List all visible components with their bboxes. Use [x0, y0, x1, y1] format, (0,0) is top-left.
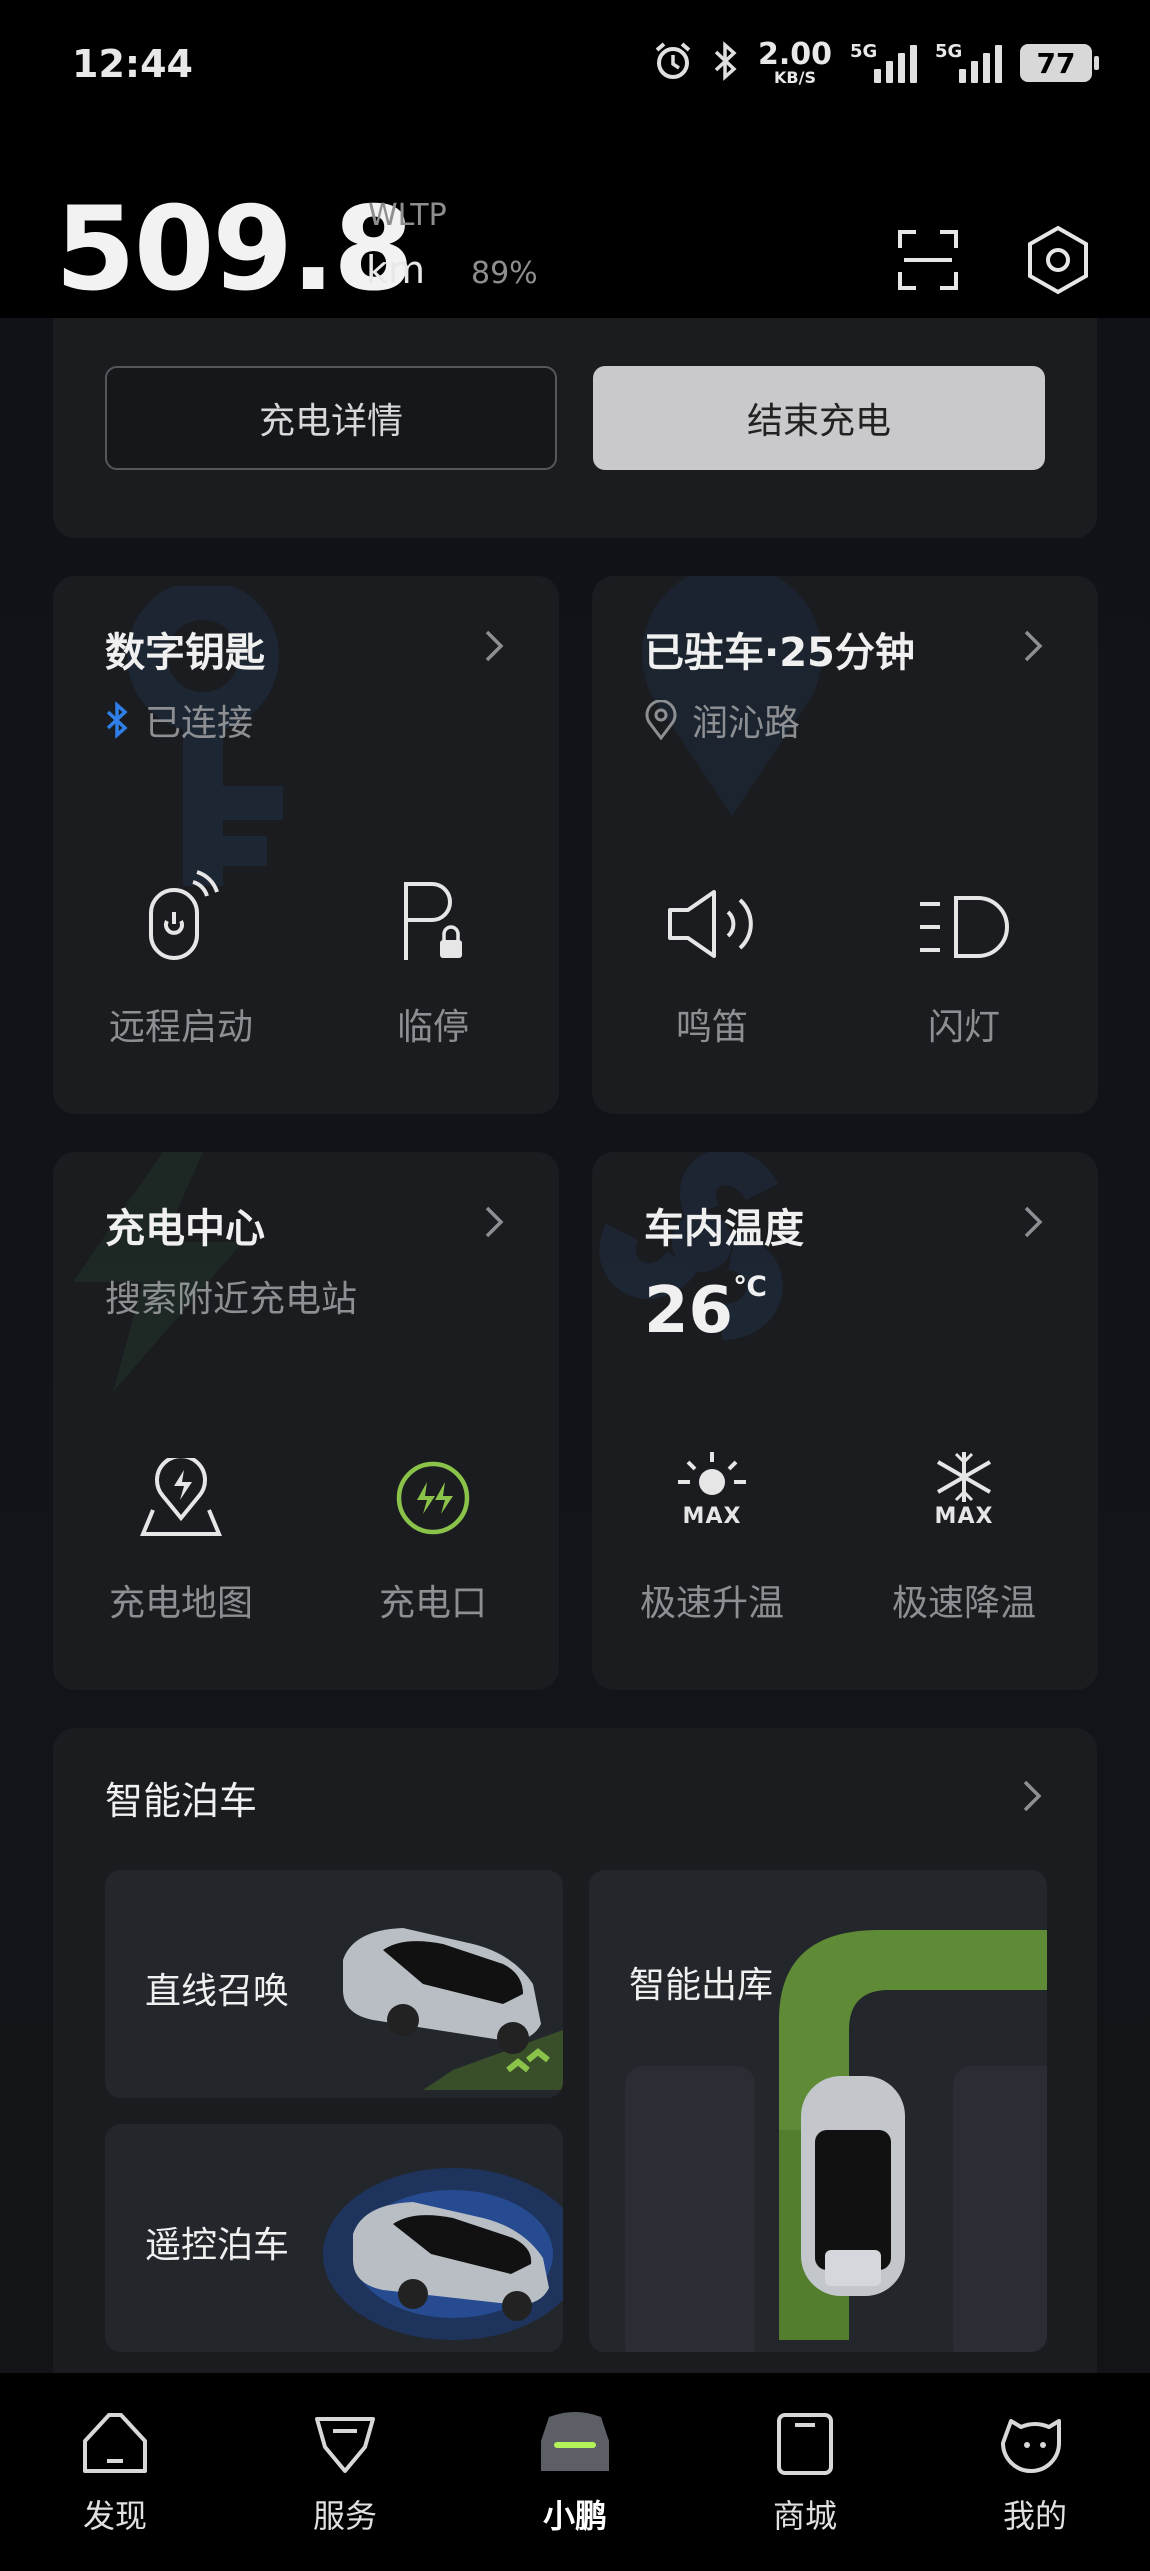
digital-key-card[interactable]: 数字钥匙 已连接 远程启动 临停 [53, 576, 559, 1114]
clock: 12:44 [72, 42, 193, 86]
bluetooth-icon [106, 701, 128, 739]
cabin-temperature-card[interactable]: 车内温度 26℃ MAX 极速升温 MAX 极速降温 [592, 1152, 1098, 1690]
parking-location: 润沁路 [644, 694, 800, 746]
main-content: 充电详情 结束充电 数字钥匙 已连接 远程启动 临停 已驻车·25分钟 润沁路 … [0, 318, 1150, 2373]
max-badge: MAX [934, 1503, 994, 1529]
chevron-right-icon[interactable] [1012, 1202, 1052, 1242]
chevron-right-icon[interactable] [1012, 626, 1052, 666]
discover-icon [83, 2413, 147, 2473]
card-title: 充电中心 [105, 1206, 265, 1252]
charging-card: 充电详情 结束充电 [53, 318, 1097, 538]
service-icon [315, 2417, 375, 2473]
nav-discover[interactable]: 发现 [0, 2373, 230, 2571]
card-title: 已驻车·25分钟 [644, 630, 915, 676]
smart-parking-card: 智能泊车 直线召唤 遥控泊车 智能出库 [53, 1728, 1097, 2373]
signal-icon: 5G [935, 41, 1002, 83]
status-bar: 12:44 2.00 KB/S 5G 5G 77 [0, 0, 1150, 140]
network-speed: 2.00 KB/S [757, 37, 832, 87]
card-title: 智能泊车 [105, 1779, 258, 1823]
bottom-navigation: 发现 服务 小鹏 商城 我的 [0, 2373, 1150, 2571]
scan-button[interactable] [878, 210, 978, 310]
max-heat-button[interactable]: MAX 极速升温 [612, 1438, 812, 1626]
remote-start-button[interactable]: 远程启动 [81, 862, 281, 1050]
remote-parking-tile[interactable]: 遥控泊车 [105, 2124, 563, 2352]
max-badge: MAX [682, 1503, 742, 1529]
card-subtitle: 搜索附近充电站 [105, 1279, 358, 1320]
smart-exit-tile[interactable]: 智能出库 [589, 1870, 1047, 2352]
card-title: 数字钥匙 [105, 630, 265, 676]
stop-charging-button[interactable]: 结束充电 [593, 366, 1045, 470]
chevron-right-icon[interactable] [1011, 1776, 1051, 1816]
flash-lights-icon [920, 896, 1009, 958]
range-value: 509.8 [55, 182, 414, 317]
flash-lights-button[interactable]: 闪灯 [864, 862, 1064, 1050]
signal-icon: 5G [850, 41, 917, 83]
range-header: 509.8 WLTP km 89% [0, 140, 1150, 320]
nav-xpeng[interactable]: 小鹏 [460, 2373, 690, 2571]
max-cool-icon [937, 1451, 991, 1502]
settings-icon [1028, 225, 1088, 295]
nav-profile[interactable]: 我的 [920, 2373, 1150, 2571]
charging-map-button[interactable]: 充电地图 [81, 1438, 281, 1626]
charging-center-card[interactable]: 充电中心 搜索附近充电站 充电地图 充电口 [53, 1152, 559, 1690]
charging-detail-button[interactable]: 充电详情 [105, 366, 557, 470]
chevron-right-icon[interactable] [473, 626, 513, 666]
car-illustration-icon [323, 2168, 563, 2340]
alarm-icon [652, 40, 694, 86]
location-pin-icon [645, 700, 677, 740]
temp-parking-icon [404, 882, 462, 960]
nav-shop[interactable]: 商城 [690, 2373, 920, 2571]
charging-port-button[interactable]: 充电口 [333, 1438, 533, 1626]
charging-map-icon [140, 1458, 222, 1536]
chevron-right-icon[interactable] [473, 1202, 513, 1242]
battery-percent: 89% [471, 256, 538, 291]
max-heat-icon [678, 1451, 746, 1495]
shop-icon [777, 2413, 833, 2475]
scan-icon [898, 230, 958, 290]
profile-icon [1001, 2419, 1061, 2473]
max-cool-button[interactable]: MAX 极速降温 [864, 1438, 1064, 1626]
straight-summon-tile[interactable]: 直线召唤 [105, 1870, 563, 2098]
car-illustration-icon [343, 1928, 563, 2090]
car-icon [541, 2412, 609, 2471]
bluetooth-icon [712, 40, 740, 86]
charging-port-icon [396, 1461, 470, 1535]
status-icons: 2.00 KB/S 5G 5G 77 [652, 37, 1099, 87]
range-unit: km [366, 248, 426, 292]
settings-button[interactable] [1008, 210, 1108, 310]
cabin-temperature: 26℃ [644, 1269, 767, 1348]
battery-icon: 77 [1020, 44, 1099, 82]
horn-icon [668, 890, 753, 958]
parking-status-card[interactable]: 已驻车·25分钟 润沁路 鸣笛 闪灯 [592, 576, 1098, 1114]
range-standard: WLTP [368, 198, 447, 233]
temp-parking-button[interactable]: 临停 [333, 862, 533, 1050]
key-status: 已连接 [105, 694, 253, 746]
remote-start-icon [149, 870, 219, 960]
parking-exit-illustration-icon [625, 1930, 1047, 2352]
horn-button[interactable]: 鸣笛 [612, 862, 812, 1050]
nav-service[interactable]: 服务 [230, 2373, 460, 2571]
card-title: 车内温度 [644, 1206, 804, 1252]
